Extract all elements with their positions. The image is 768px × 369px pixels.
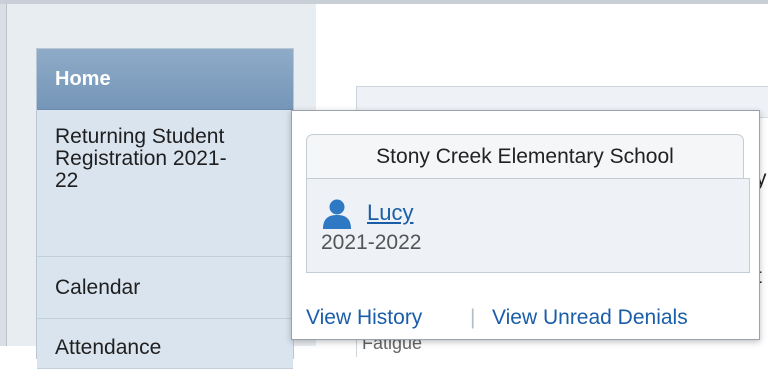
school-tab[interactable]: Stony Creek Elementary School <box>306 134 744 178</box>
sidebar-item-label: Calendar <box>55 276 141 299</box>
sidebar-item-label: Attendance <box>55 336 162 359</box>
student-name-link[interactable]: Lucy <box>367 199 413 227</box>
person-icon <box>323 199 351 229</box>
sidebar-item-returning-student-registration[interactable]: Returning Student Registration 2021-22 <box>37 110 293 257</box>
student-card: Lucy 2021-2022 <box>306 178 750 273</box>
popup-footer: View History | View Unread Denials <box>292 297 759 339</box>
sidebar-item-label: Returning Student Registration 2021-22 <box>55 125 227 192</box>
sidebar-item-calendar[interactable]: Calendar <box>37 257 293 319</box>
sidebar-item-home[interactable]: Home <box>37 49 293 110</box>
sidebar-nav: Home Returning Student Registration 2021… <box>36 48 294 369</box>
sidebar-item-attendance[interactable]: Attendance <box>37 319 293 369</box>
link-separator: | <box>470 306 476 329</box>
view-unread-denials-link[interactable]: View Unread Denials <box>492 297 688 339</box>
left-edge <box>0 4 7 346</box>
view-history-link[interactable]: View History <box>306 297 422 339</box>
sidebar-item-label: Home <box>55 68 111 90</box>
student-popup: Stony Creek Elementary School Lucy 2021-… <box>291 110 760 340</box>
school-year: 2021-2022 <box>321 231 422 254</box>
